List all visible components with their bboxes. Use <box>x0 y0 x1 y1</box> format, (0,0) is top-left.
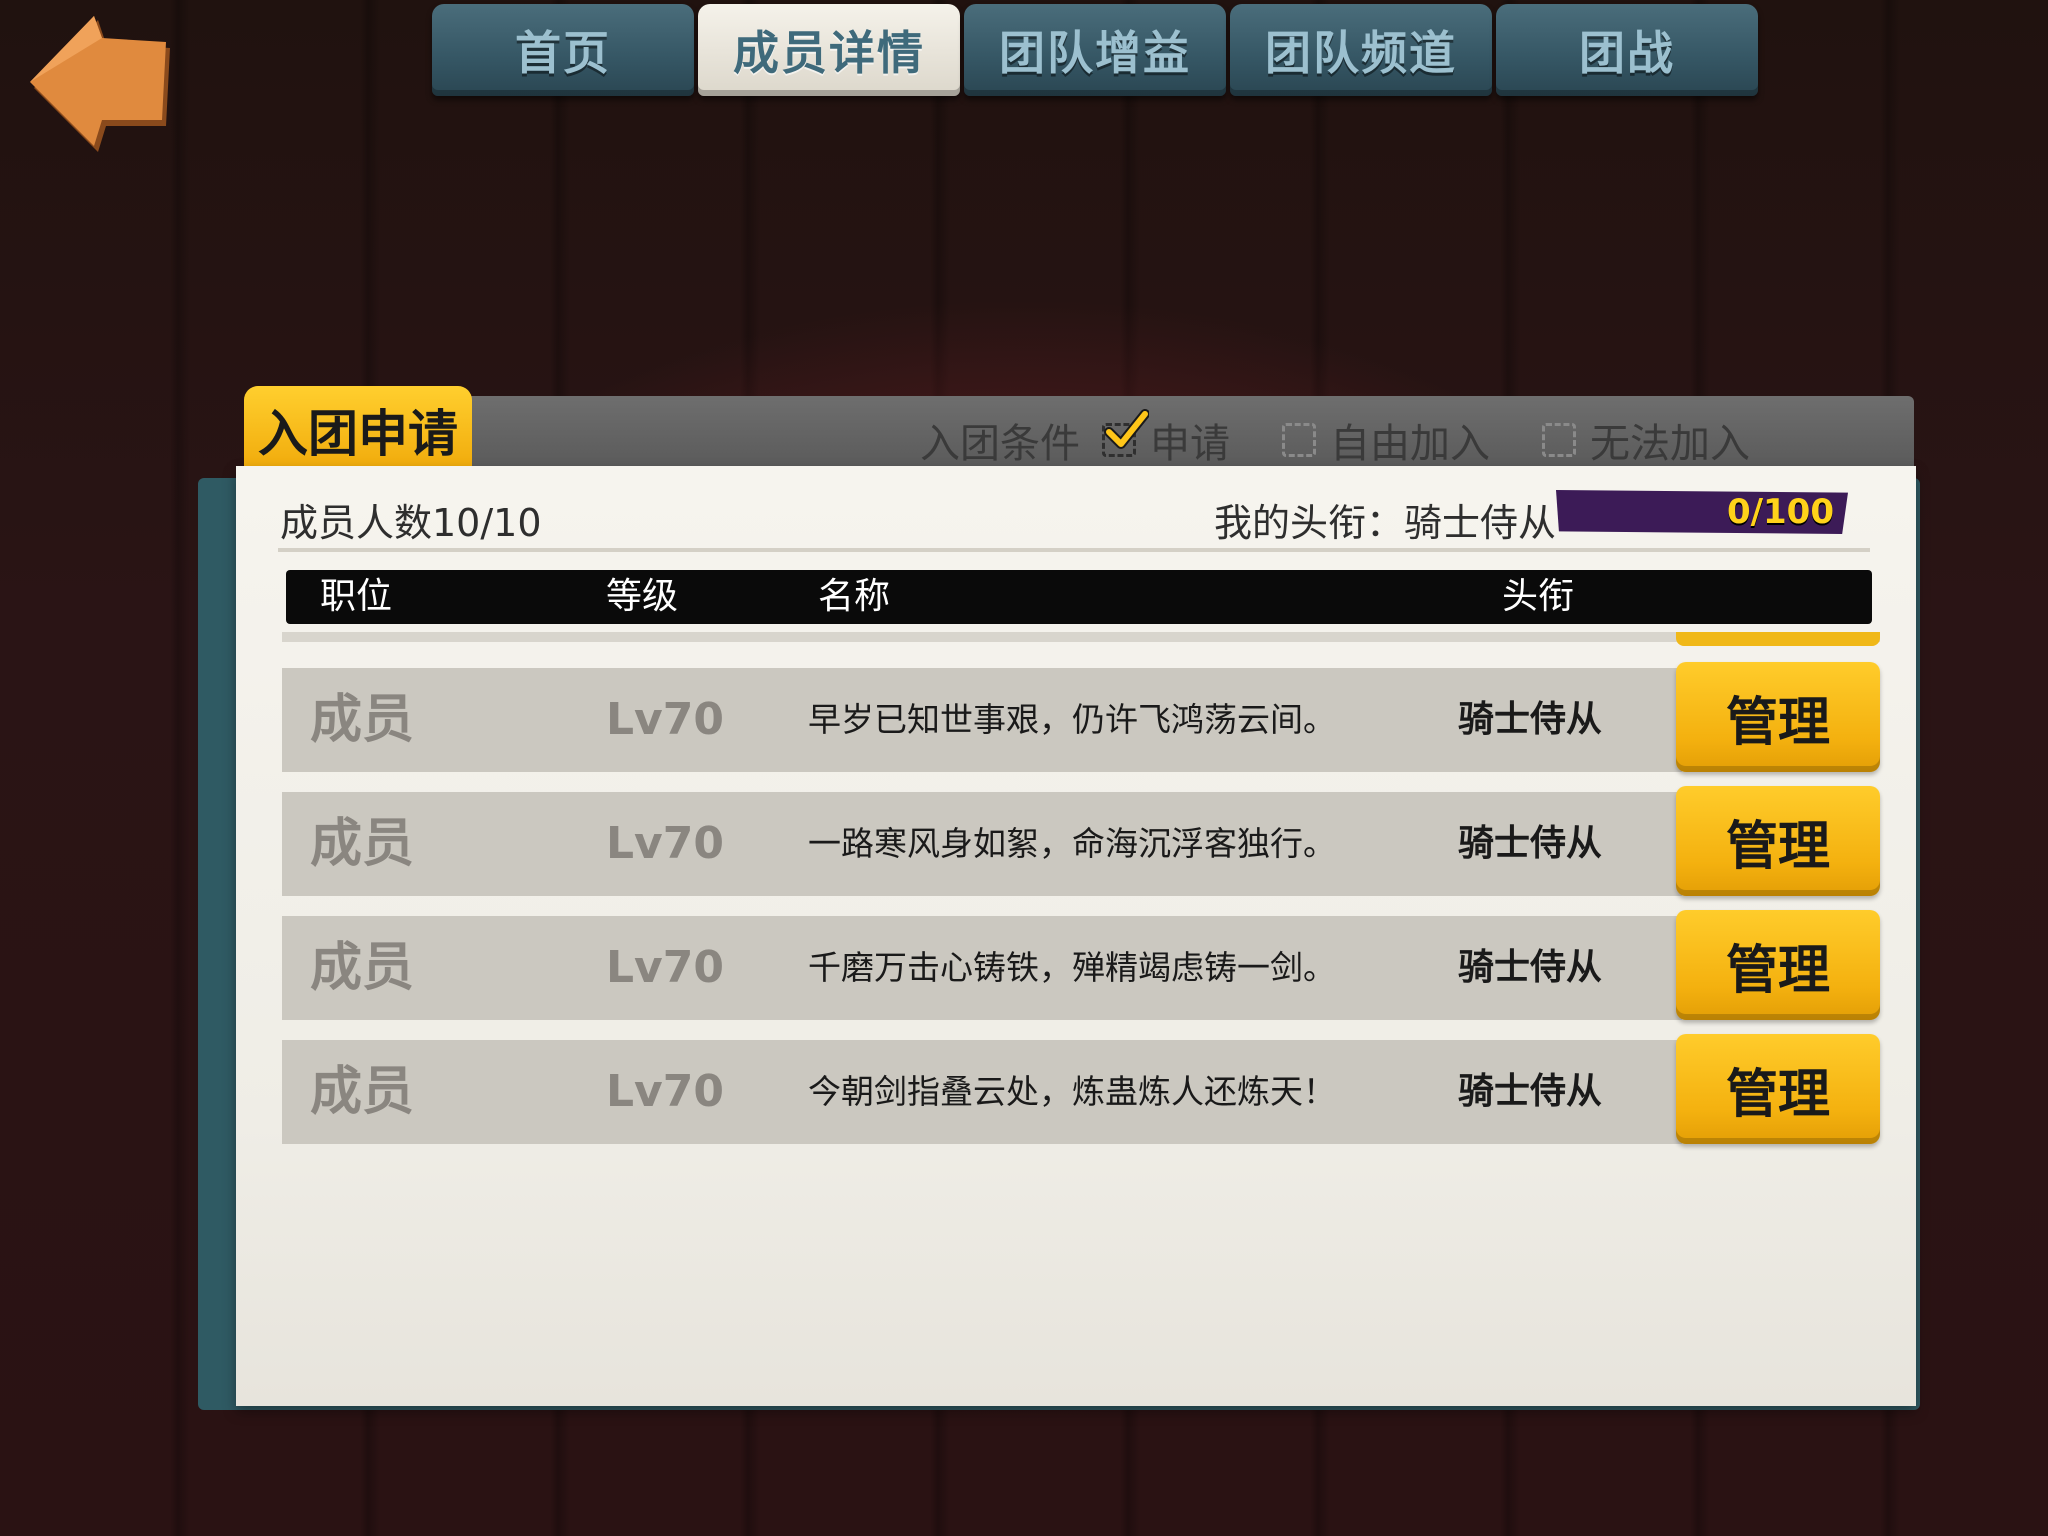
panel-tab-join-requests[interactable]: 入团申请 <box>244 386 472 474</box>
header-level: 等级 <box>606 576 679 617</box>
member-level: Lv70 <box>606 1066 724 1117</box>
member-name: 千磨万击心铸铁，殚精竭虑铸一剑。 <box>808 948 1336 987</box>
condition-no-join[interactable]: 无法加入 <box>1542 411 1750 469</box>
member-rank: 骑士侍从 <box>1458 1071 1603 1112</box>
member-level: Lv70 <box>606 942 724 993</box>
member-rank: 骑士侍从 <box>1458 947 1603 988</box>
manage-button[interactable]: 管理 <box>1676 786 1880 896</box>
member-rank: 骑士侍从 <box>1458 699 1603 740</box>
no-join-checkbox[interactable] <box>1542 423 1576 457</box>
table-row: 成员 Lv70 今朝剑指叠云处，炼蛊炼人还炼天！ 骑士侍从 管理 <box>282 1034 1880 1144</box>
tab-member-details[interactable]: 成员详情 <box>698 4 960 96</box>
member-position: 成员 <box>310 1062 415 1122</box>
member-name: 一路寒风身如絮，命海沉浮客独行。 <box>808 824 1336 863</box>
condition-no-join-label: 无法加入 <box>1590 421 1750 467</box>
tab-team-channel[interactable]: 团队频道 <box>1230 4 1492 96</box>
divider <box>278 548 1870 552</box>
condition-apply[interactable]: 申请 <box>1102 409 1230 469</box>
member-count: 成员人数10/10 <box>280 501 542 545</box>
my-title: 我的头衔：骑士侍从 <box>1214 501 1557 545</box>
header-name: 名称 <box>818 576 891 617</box>
table-header: 职位 等级 名称 头衔 <box>286 570 1872 624</box>
header-rank: 头衔 <box>1502 576 1575 617</box>
member-position: 成员 <box>310 690 415 750</box>
join-conditions: 入团条件 申请 自由加入 无法加入 <box>920 409 1802 470</box>
manage-button[interactable]: 管理 <box>1676 662 1880 772</box>
member-level: Lv70 <box>606 818 724 869</box>
member-position: 成员 <box>310 938 415 998</box>
back-button[interactable] <box>26 14 176 154</box>
header-position: 职位 <box>320 576 393 617</box>
title-progress-bar: 0/100 <box>1556 490 1848 534</box>
tab-team-buffs[interactable]: 团队增益 <box>964 4 1226 96</box>
back-arrow-icon <box>30 16 170 152</box>
condition-free-join-label: 自由加入 <box>1330 421 1490 467</box>
progress-text: 0/100 <box>1726 492 1834 532</box>
table-row: 成员 Lv70 早岁已知世事艰，仍许飞鸿荡云间。 骑士侍从 管理 <box>282 662 1880 772</box>
tab-team-battle[interactable]: 团战 <box>1496 4 1758 96</box>
table-row: 成员 Lv70 千磨万击心铸铁，殚精竭虑铸一剑。 骑士侍从 管理 <box>282 910 1880 1020</box>
member-level: Lv70 <box>606 694 724 745</box>
member-position: 成员 <box>310 814 415 874</box>
free-join-checkbox[interactable] <box>1282 423 1316 457</box>
tab-home[interactable]: 首页 <box>432 4 694 96</box>
member-rank: 骑士侍从 <box>1458 823 1603 864</box>
table-row-partial <box>282 632 1880 642</box>
apply-checkbox[interactable] <box>1102 409 1149 457</box>
manage-button[interactable]: 管理 <box>1676 910 1880 1020</box>
conditions-label: 入团条件 <box>920 421 1080 467</box>
top-tabs: 首页 成员详情 团队增益 团队频道 团战 <box>432 4 1758 98</box>
condition-free-join[interactable]: 自由加入 <box>1282 411 1490 469</box>
manage-button-partial[interactable] <box>1676 632 1880 646</box>
manage-button[interactable]: 管理 <box>1676 1034 1880 1144</box>
condition-apply-label: 申请 <box>1150 421 1230 467</box>
member-name: 今朝剑指叠云处，炼蛊炼人还炼天！ <box>808 1072 1336 1111</box>
member-name: 早岁已知世事艰，仍许飞鸿荡云间。 <box>808 700 1336 739</box>
table-row: 成员 Lv70 一路寒风身如絮，命海沉浮客独行。 骑士侍从 管理 <box>282 786 1880 896</box>
checkmark-icon <box>1104 409 1149 449</box>
